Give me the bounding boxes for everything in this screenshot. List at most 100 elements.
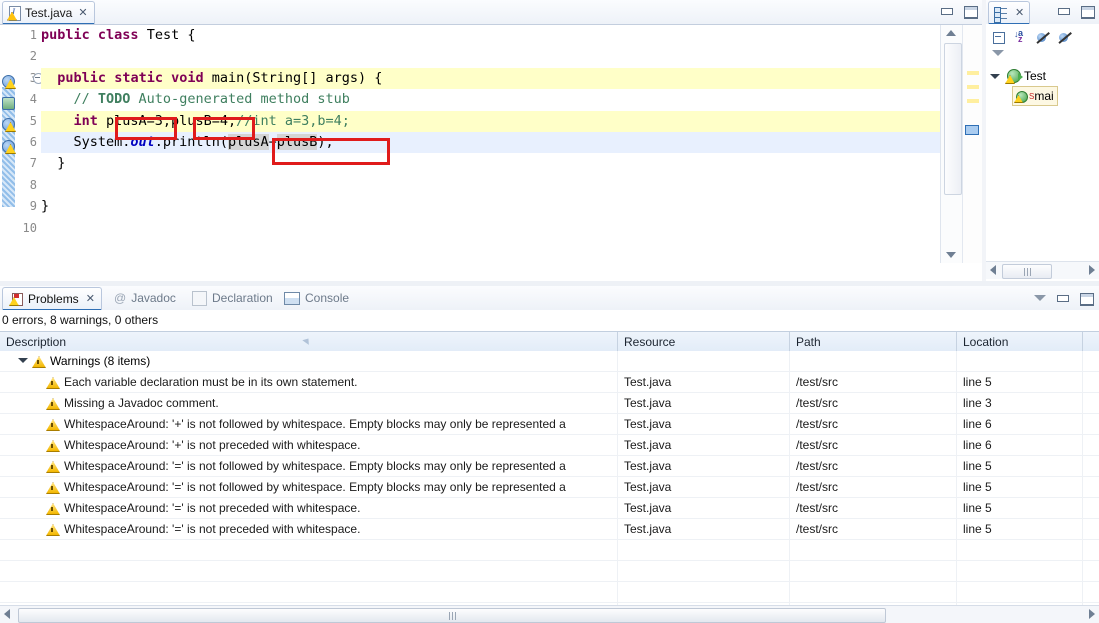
tab-problems[interactable]: Problems ✕ [2,287,102,310]
close-icon[interactable]: ✕ [1015,7,1024,19]
cell-path: /test/src [796,459,839,473]
cell-description: WhitespaceAround: '=' is not preceded wi… [64,501,361,515]
collapse-all-icon[interactable] [992,30,1007,45]
tab-javadoc[interactable]: @ Javadoc [108,287,182,309]
class-icon [1005,68,1023,84]
close-icon[interactable]: ✕ [86,293,95,305]
scroll-left-icon[interactable] [4,609,10,619]
cell-description: WhitespaceAround: '+' is not followed by… [64,417,566,431]
outline-toolbar: a z ↓ [986,26,1099,48]
column-header-resource[interactable]: Resource [618,332,790,352]
outline-window-buttons [1055,3,1095,19]
scroll-left-icon[interactable] [990,265,996,275]
outline-icon [994,6,1008,23]
view-menu-icon[interactable] [1034,295,1046,301]
overview-warning-mark[interactable] [967,85,979,89]
minimize-icon[interactable] [1054,290,1070,306]
column-header-type[interactable] [1083,332,1099,352]
table-row[interactable]: WhitespaceAround: '=' is not followed by… [0,456,1099,477]
outline-view-menu-icon[interactable] [992,50,1004,56]
line-number: 7 [29,156,37,171]
cell-type [1083,393,1099,413]
scroll-right-icon[interactable] [1089,265,1095,275]
problems-tabbar: Problems ✕ @ Javadoc Declaration Console [0,286,1099,310]
scroll-up-icon[interactable] [946,30,956,36]
editor-tab-test-java[interactable]: J Test.java ✕ [2,1,95,24]
close-icon[interactable]: ✕ [78,7,87,19]
column-header-path[interactable]: Path [790,332,957,352]
cell-resource: Test.java [624,480,672,494]
overview-selection-mark[interactable] [965,125,979,135]
maximize-icon[interactable] [1079,3,1095,19]
code-line-2[interactable] [41,46,941,67]
outline-scrollbar-thumb[interactable] [1002,264,1052,279]
todo-marker-line4[interactable] [1,96,16,111]
editor-scrollbar-thumb[interactable] [944,43,962,195]
cell-location: line 5 [963,375,992,389]
editor-overview-ruler[interactable] [962,25,982,263]
maximize-icon[interactable] [962,3,978,19]
code-line-1[interactable]: public class Test { [41,25,941,46]
code-line-3[interactable]: public static void main(String[] args) { [41,67,941,90]
problems-horizontal-scrollbar[interactable] [0,605,1099,623]
cell-resource: Test.java [624,459,672,473]
table-row-empty [0,540,1099,561]
table-group-row[interactable]: Warnings (8 items) [0,351,1099,372]
cell-description: WhitespaceAround: '+' is not preceded wi… [64,438,361,452]
sort-az-icon[interactable]: a z ↓ [1014,28,1029,45]
code-line-10[interactable] [41,218,941,239]
table-row[interactable]: WhitespaceAround: '+' is not followed by… [0,414,1099,435]
table-row[interactable]: WhitespaceAround: '=' is not followed by… [0,477,1099,498]
tab-console[interactable]: Console [278,287,355,309]
code-token: System. [41,133,131,150]
tab-declaration[interactable]: Declaration [186,287,279,309]
code-token: plusA=3,plusB=4; [97,112,237,129]
warning-marker-line5[interactable] [1,117,16,132]
minimize-icon[interactable] [1055,3,1071,19]
table-row[interactable]: WhitespaceAround: '+' is not preceded wi… [0,435,1099,456]
tab-label: Declaration [212,291,273,305]
warning-marker-line3[interactable] [1,74,16,89]
cell-description: WhitespaceAround: '=' is not followed by… [64,480,566,494]
outline-node-test[interactable]: Test [986,66,1099,86]
problems-summary: 0 errors, 8 warnings, 0 others [0,311,1099,330]
outline-tab[interactable]: ✕ [988,1,1031,24]
code-line-7[interactable]: } [41,153,941,174]
scroll-down-icon[interactable] [946,252,956,258]
hide-fields-icon[interactable] [1036,30,1051,45]
maximize-icon[interactable] [1078,290,1094,306]
code-line-5[interactable]: int plusA=3,plusB=4;//int a=3,b=4; [41,110,941,132]
code-line-8[interactable] [41,175,941,196]
editor-vertical-scrollbar[interactable] [940,25,963,263]
table-row[interactable]: Missing a Javadoc comment. Test.java /te… [0,393,1099,414]
column-header-location[interactable]: Location [957,332,1083,352]
expand-arrow-icon[interactable] [990,73,1000,79]
code-token: TODO [97,91,131,108]
problems-scrollbar-thumb[interactable] [18,608,886,623]
table-row[interactable]: Each variable declaration must be in its… [0,372,1099,393]
cell-type [1083,498,1099,518]
overview-warning-mark[interactable] [967,99,979,103]
cell-resource: Test.java [624,417,672,431]
hide-static-icon[interactable] [1058,30,1073,45]
minimize-icon[interactable] [938,3,954,19]
outline-horizontal-scrollbar[interactable] [986,261,1099,279]
code-token: class [97,27,139,43]
outline-tabbar: ✕ [986,0,1099,24]
outline-node-main[interactable]: S mai [986,86,1099,106]
outline-method-row[interactable]: S mai [1012,86,1058,106]
overview-warning-mark[interactable] [967,71,979,75]
code-token: int [73,112,98,129]
editor-gutter-markers[interactable] [0,25,17,263]
expand-arrow-icon[interactable] [18,358,28,363]
code-line-6[interactable]: System.out.println(plusA+plusB); [41,131,941,154]
scroll-right-icon[interactable] [1089,609,1095,619]
code-token: } [41,198,50,215]
table-row[interactable]: WhitespaceAround: '=' is not preceded wi… [0,519,1099,540]
warning-marker-line6[interactable] [1,139,16,154]
code-text-area[interactable]: public class Test { public static void m… [41,25,941,263]
code-line-9[interactable]: } [41,196,941,217]
table-row[interactable]: WhitespaceAround: '=' is not preceded wi… [0,498,1099,519]
code-line-4[interactable]: // TODO Auto-generated method stub [41,89,941,110]
